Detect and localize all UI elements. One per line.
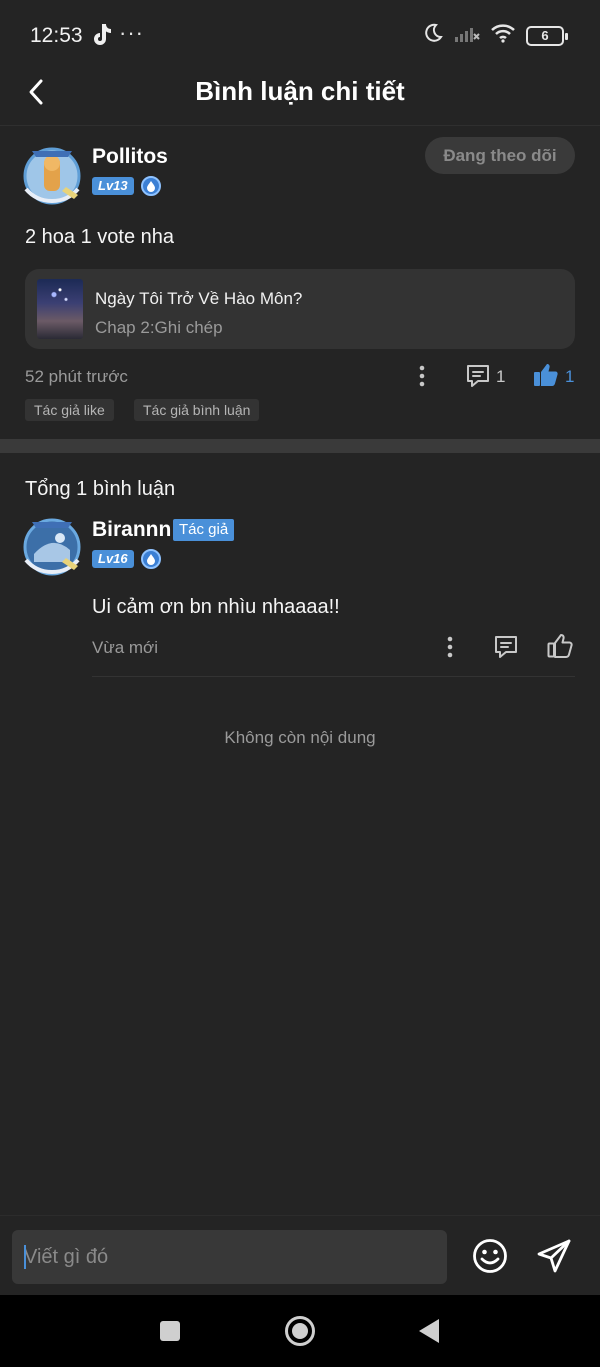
system-nav-bar xyxy=(0,1295,600,1367)
book-chapter: Chap 2:Ghi chép xyxy=(95,318,223,337)
thumbs-up-icon[interactable] xyxy=(532,360,560,390)
tag-author-like: Tác giả like xyxy=(25,399,114,421)
reply-text: Ui cảm ơn bn nhìu nhaaaa!! xyxy=(92,596,340,618)
square-nav-icon[interactable] xyxy=(158,1319,182,1343)
status-icons: 6 xyxy=(422,22,568,49)
reply-username[interactable]: Birannn xyxy=(92,518,171,542)
total-comments: Tổng 1 bình luận xyxy=(25,478,176,500)
status-time: 12:53 xyxy=(30,24,83,47)
more-icon[interactable] xyxy=(412,362,432,390)
drop-badge-icon xyxy=(141,176,161,196)
header: Bình luận chi tiết xyxy=(0,70,600,126)
more-icon[interactable] xyxy=(440,633,460,661)
thumbs-up-icon[interactable] xyxy=(546,631,574,661)
page-title: Bình luận chi tiết xyxy=(195,76,405,106)
battery-icon: 6 xyxy=(526,25,568,46)
comment-icon[interactable] xyxy=(464,362,492,390)
avatar[interactable] xyxy=(20,143,84,207)
emoji-icon[interactable] xyxy=(470,1236,510,1276)
comment-input[interactable] xyxy=(12,1230,447,1284)
end-of-content: Không còn nội dung xyxy=(224,728,376,747)
book-card[interactable]: Ngày Tôi Trở Về Hào Môn? Chap 2:Ghi chép xyxy=(25,269,575,349)
comment-count: 1 xyxy=(496,367,506,386)
home-nav-icon[interactable] xyxy=(283,1314,317,1348)
comment-icon[interactable] xyxy=(492,633,520,661)
follow-button[interactable]: Đang theo dõi xyxy=(425,137,575,174)
signal-icon xyxy=(454,23,480,48)
reply-level-badge: Lv16 xyxy=(92,550,134,568)
wifi-icon xyxy=(490,23,516,48)
post-time: 52 phút trước xyxy=(25,367,128,386)
tiktok-icon xyxy=(92,22,112,51)
tag-author-comment: Tác giả bình luận xyxy=(134,399,260,421)
author-tag: Tác giả xyxy=(173,519,235,541)
back-nav-icon[interactable] xyxy=(416,1317,442,1345)
send-icon[interactable] xyxy=(534,1236,574,1276)
like-count: 1 xyxy=(565,367,575,386)
comment-input-bar xyxy=(0,1215,600,1295)
reply-separator xyxy=(92,676,575,677)
moon-icon xyxy=(422,22,444,49)
reply-time: Vừa mới xyxy=(92,638,158,657)
level-badge: Lv13 xyxy=(92,177,134,195)
status-bar: 12:53 ··· 6 xyxy=(0,0,600,70)
battery-level: 6 xyxy=(541,27,549,43)
book-title: Ngày Tôi Trở Về Hào Môn? xyxy=(95,289,303,308)
drop-badge-icon xyxy=(141,549,161,569)
section-divider xyxy=(0,439,600,453)
notification-dots: ··· xyxy=(119,20,144,45)
post-username[interactable]: Pollitos xyxy=(92,145,168,169)
post-text: 2 hoa 1 vote nha xyxy=(25,226,175,248)
text-caret xyxy=(24,1245,26,1269)
book-cover-image xyxy=(37,279,83,339)
reply-avatar[interactable] xyxy=(20,514,84,578)
